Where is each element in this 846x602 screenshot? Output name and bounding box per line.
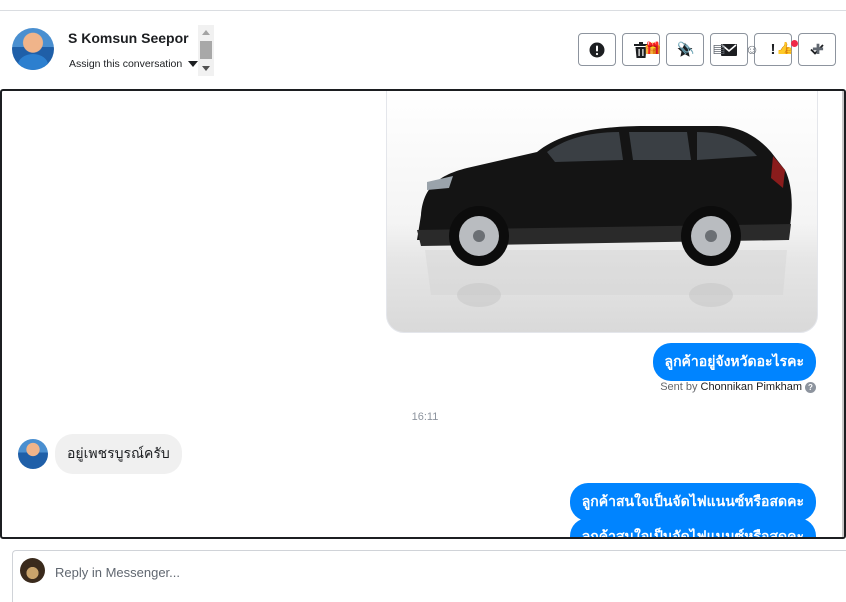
header-scrollbar[interactable] [198, 25, 214, 76]
reply-composer [12, 550, 846, 602]
sent-by-agent: Chonnikan Pimkham [700, 381, 803, 393]
scroll-up-icon[interactable] [202, 30, 210, 35]
suv-image [417, 126, 792, 307]
emoji-icon[interactable]: ☺ [741, 40, 763, 54]
reply-input[interactable] [55, 561, 655, 583]
outgoing-message[interactable]: ลูกค้าสนใจเป็นจัดไฟแนนซ์หรือสดคะ [569, 518, 816, 537]
contact-avatar-small [18, 439, 48, 469]
outgoing-message[interactable]: ลูกค้าสนใจเป็นจัดไฟแนนซ์หรือสดคะ [569, 483, 816, 521]
outgoing-message[interactable]: ลูกค้าอยู่จังหวัดอะไรคะ [652, 343, 816, 381]
incoming-message[interactable]: อยู่เพชรบูรณ์ครับ [55, 434, 182, 474]
more-icon[interactable]: ✚ [807, 40, 829, 54]
notification-dot [791, 40, 798, 47]
car-photo-attachment[interactable] [386, 91, 818, 333]
assign-conversation-dropdown[interactable]: Assign this conversation [69, 58, 199, 70]
composer-toolbar: 🎁 📎 ▤ ☺ 👍 ✚ [642, 40, 829, 54]
scroll-down-icon[interactable] [202, 66, 210, 71]
caret-down-icon [188, 61, 199, 67]
attachment-icon[interactable]: 📎 [675, 40, 697, 54]
message-timestamp: 16:11 [411, 411, 439, 423]
sent-by-prefix: Sent by [660, 381, 698, 393]
message-thread[interactable]: ลูกค้าอยู่จังหวัดอะไรคะ Sent by Chonnika… [0, 89, 846, 539]
mark-spam-button[interactable] [578, 33, 616, 66]
page-avatar [20, 558, 45, 583]
thread-scrollbar[interactable] [842, 91, 844, 537]
help-icon[interactable]: ? [805, 381, 816, 393]
contact-avatar[interactable] [12, 28, 54, 70]
scroll-thumb[interactable] [200, 41, 212, 59]
gift-icon[interactable]: 🎁 [642, 40, 664, 54]
saved-reply-icon[interactable]: ▤ [708, 40, 730, 54]
alert-circle-icon [589, 42, 605, 57]
sent-by-info: Sent by Chonnikan Pimkham ? [660, 381, 816, 393]
contact-name[interactable]: S Komsun Seepor [68, 30, 189, 46]
assign-label: Assign this conversation [69, 58, 183, 70]
